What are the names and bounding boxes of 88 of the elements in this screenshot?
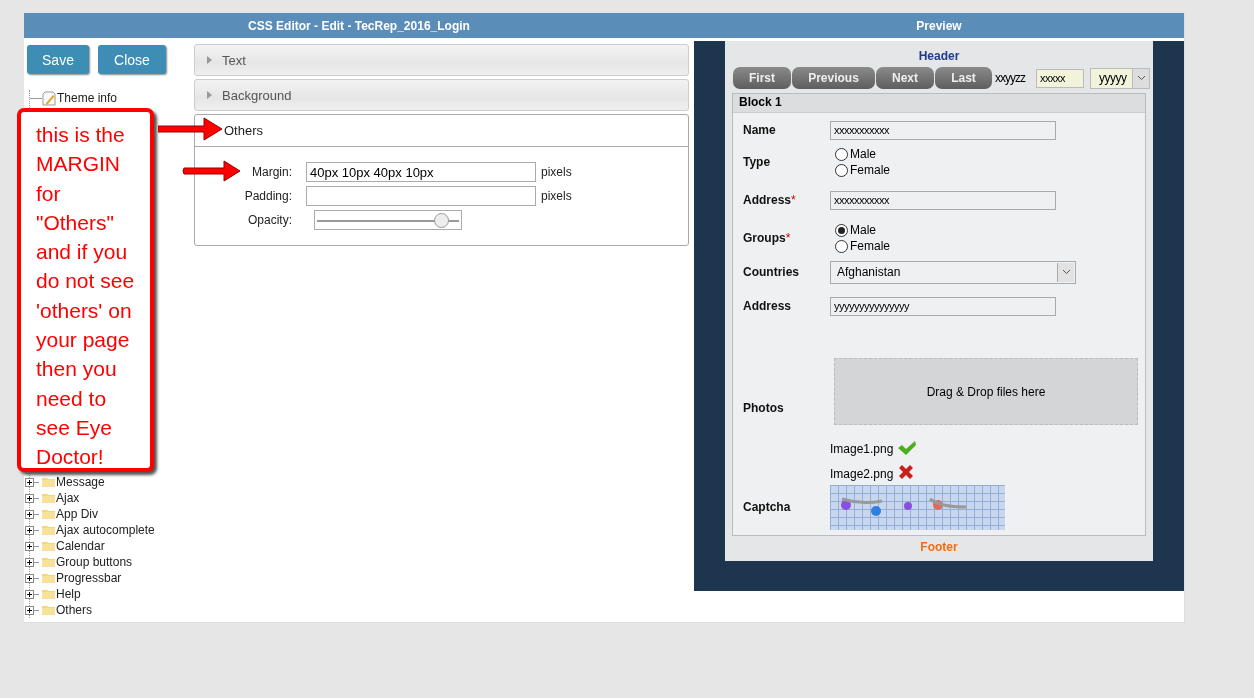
expand-icon[interactable] — [25, 493, 34, 503]
tree-item[interactable]: Help — [56, 587, 81, 601]
accordion-header[interactable]: Text — [222, 52, 246, 68]
tree-item[interactable]: Others — [56, 603, 92, 617]
check-icon — [897, 440, 918, 456]
radio-button[interactable] — [835, 223, 848, 237]
folder-icon — [42, 589, 55, 599]
expand-icon[interactable] — [25, 557, 34, 567]
cross-icon — [897, 463, 916, 481]
required-marker: * — [791, 193, 796, 207]
form-label: Address* — [743, 193, 797, 207]
triangle-icon — [207, 91, 212, 99]
file-name: Image2.png — [830, 467, 894, 481]
accordion-header[interactable]: Others — [224, 123, 263, 138]
opacity-slider[interactable] — [314, 210, 462, 230]
text-field[interactable]: yyyyyyyyyyyyyyy — [830, 296, 1056, 316]
drop-zone[interactable]: Drag & Drop files here — [834, 358, 1138, 425]
form-label: Groups* — [743, 231, 792, 245]
tree-item[interactable]: Message — [56, 475, 105, 489]
pager-button[interactable]: Previous — [792, 67, 875, 89]
pager-button[interactable]: First — [733, 67, 791, 89]
pager-text: xxyyzz — [995, 71, 1025, 85]
tree-item[interactable]: Calendar — [56, 539, 105, 553]
folder-icon — [42, 493, 55, 503]
form-label: Captcha — [743, 500, 792, 514]
block-title: Block 1 — [733, 94, 1145, 113]
expand-icon[interactable] — [25, 541, 34, 551]
folder-icon — [42, 605, 55, 615]
tree-item[interactable]: Progressbar — [56, 571, 122, 585]
expand-icon[interactable] — [25, 573, 34, 583]
text-field[interactable]: xxxxxxxxxxx — [830, 120, 1056, 140]
pager-select[interactable]: yyyyy — [1090, 67, 1150, 89]
radio-label: Male — [850, 147, 876, 161]
file-name: Image1.png — [830, 442, 894, 456]
tree-item[interactable]: Ajax — [56, 491, 80, 505]
folder-icon — [42, 477, 55, 487]
unit-label: pixels — [541, 189, 572, 203]
radio-button[interactable] — [835, 147, 848, 161]
tree-item[interactable]: Group buttons — [56, 555, 133, 569]
toolbar-button[interactable]: Close — [98, 45, 166, 74]
slider-thumb[interactable] — [433, 213, 449, 228]
folder-icon — [42, 541, 55, 551]
tree-item[interactable]: Ajax autocomplete — [56, 523, 155, 537]
folder-icon — [42, 509, 55, 519]
text-field[interactable]: 40px 10px 40px 10px — [306, 162, 536, 182]
pager-button[interactable]: Next — [876, 67, 934, 89]
folder-icon — [42, 525, 55, 535]
field-label: Padding: — [243, 189, 292, 203]
form-label: Photos — [743, 401, 785, 417]
expand-icon[interactable] — [25, 605, 34, 615]
required-marker: * — [785, 231, 791, 245]
radio-label: Female — [850, 239, 890, 253]
window-title: CSS Editor - Edit - TecRep_2016_Login — [247, 18, 471, 33]
preview-title: Preview — [915, 18, 963, 33]
unit-label: pixels — [541, 165, 572, 179]
toolbar-button[interactable]: Save — [27, 45, 89, 74]
caret-icon — [1061, 269, 1071, 275]
pager-input[interactable]: xxxxx — [1036, 68, 1084, 88]
expand-icon[interactable] — [25, 477, 34, 487]
text-field[interactable]: xxxxxxxxxxx — [830, 190, 1056, 210]
preview-header: Header — [917, 48, 961, 65]
folder-icon — [42, 573, 55, 583]
folder-icon — [42, 557, 55, 567]
preview-footer: Footer — [725, 536, 1153, 554]
tree-item[interactable]: Theme info — [57, 91, 118, 105]
callout-note: this is the MARGIN for "Others" and if you do not see 'others' on your page then you need to see Eye Doctor! — [17, 108, 154, 472]
accordion-header[interactable]: Background — [222, 87, 292, 103]
callout-arrow — [182, 160, 242, 182]
radio-button[interactable] — [835, 163, 848, 177]
form-label: Address — [743, 299, 793, 313]
callout-arrow — [158, 116, 224, 142]
expand-icon[interactable] — [25, 525, 34, 535]
triangle-icon — [207, 56, 212, 64]
pager-button[interactable]: Last — [935, 67, 992, 89]
form-label: Name — [743, 123, 777, 137]
form-label: Countries — [743, 265, 800, 279]
tree-item[interactable]: App Div — [56, 507, 99, 521]
field-label: Opacity: — [247, 213, 292, 227]
radio-button[interactable] — [835, 239, 848, 253]
radio-label: Male — [850, 223, 876, 237]
expand-icon[interactable] — [25, 509, 34, 519]
text-field[interactable] — [306, 186, 536, 206]
field-label: Margin: — [251, 165, 292, 179]
country-select[interactable]: Afghanistan — [830, 260, 1076, 284]
expand-icon[interactable] — [25, 589, 34, 599]
caret-icon — [1136, 75, 1146, 81]
form-label: Type — [743, 155, 772, 169]
radio-label: Female — [850, 163, 890, 177]
